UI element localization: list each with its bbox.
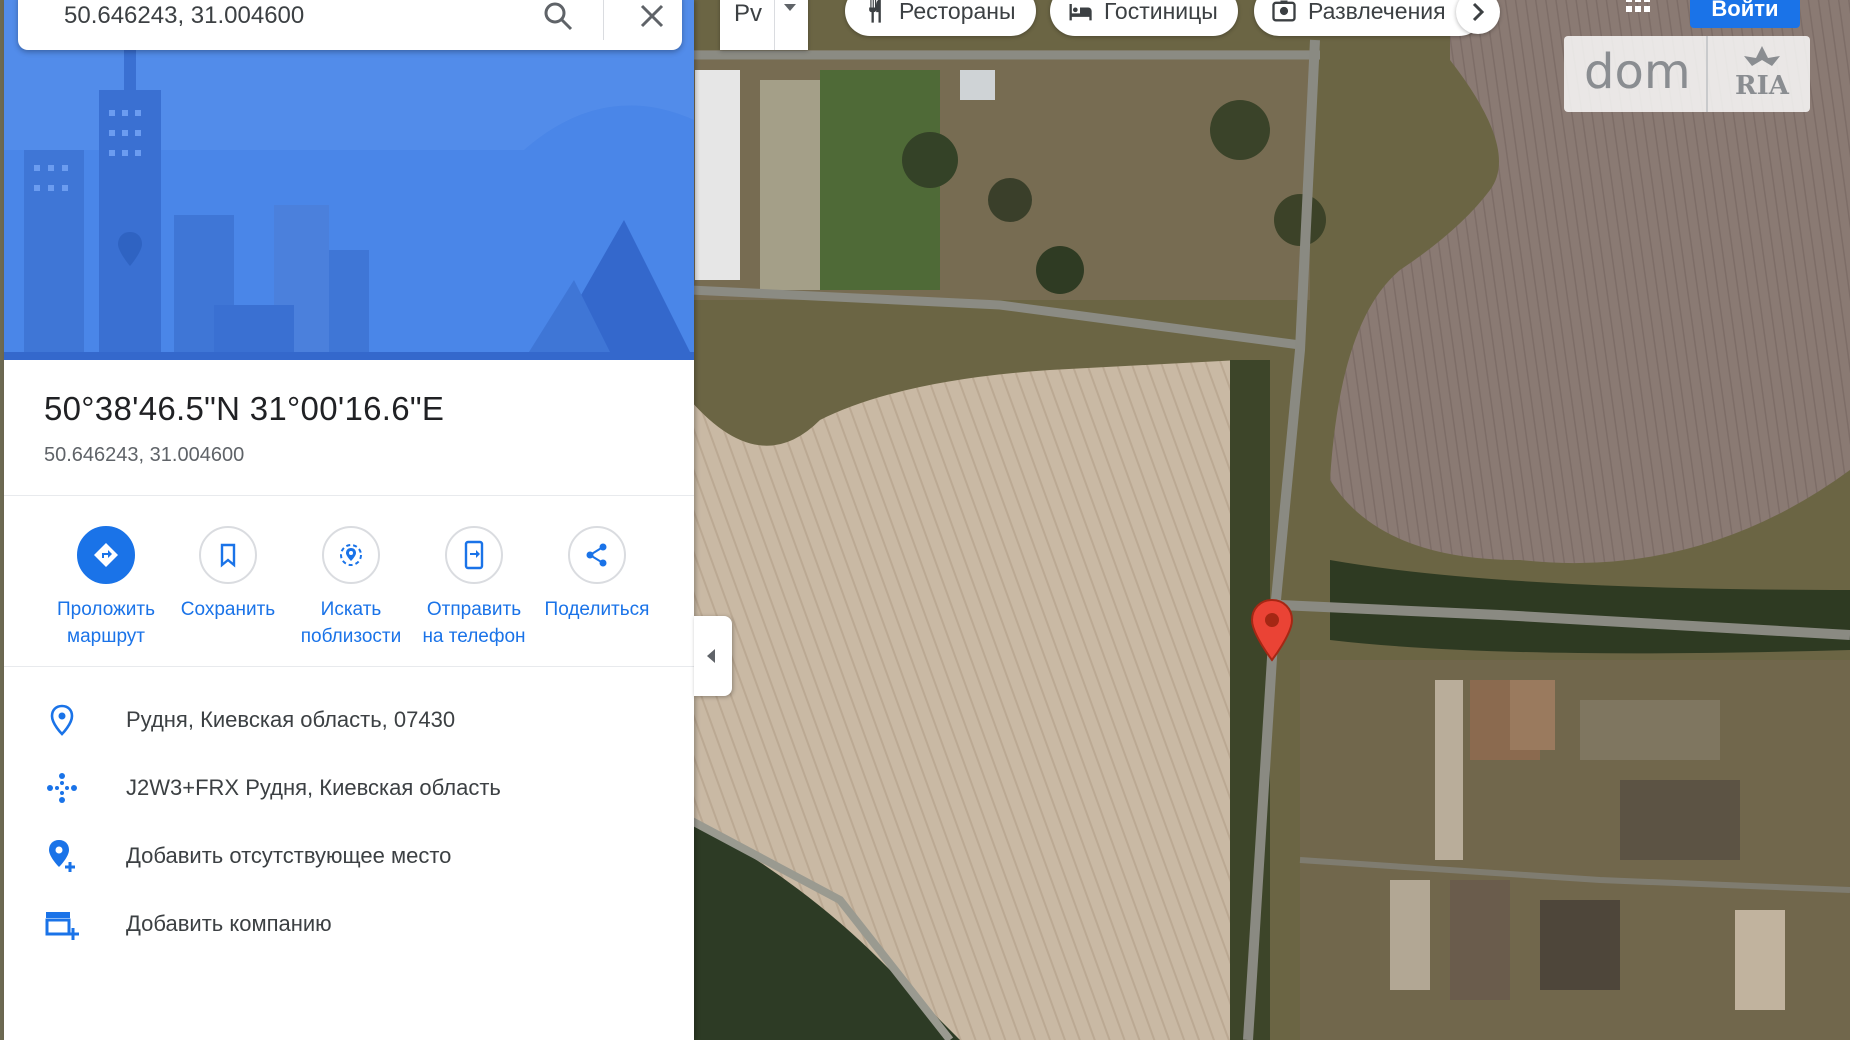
search-icon[interactable] (540, 0, 576, 34)
apps-grid-icon[interactable] (1620, 0, 1656, 22)
share-circle[interactable] (568, 526, 626, 584)
search-input[interactable] (62, 2, 496, 30)
chip-restaurants-label: Рестораны (899, 0, 1016, 24)
chip-entertainment[interactable]: Развлечения (1254, 0, 1484, 36)
save-circle[interactable] (199, 526, 257, 584)
send-to-phone-button[interactable]: Отправить на телефон (412, 526, 536, 650)
map-pin-icon[interactable] (1248, 598, 1296, 664)
chips-more-button[interactable] (1456, 0, 1500, 34)
hero-illustration (4, 0, 694, 360)
chevron-down-icon[interactable] (784, 4, 796, 11)
domria-watermark: dom RIA (1564, 36, 1810, 112)
nearby-circle[interactable] (322, 526, 380, 584)
send-to-phone-circle[interactable] (445, 526, 503, 584)
add-missing-place-text: Добавить отсутствующее место (126, 843, 452, 868)
page-title: 50°38'46.5"N 31°00'16.6"E (44, 390, 445, 427)
decimal-coordinates[interactable]: 50.646243, 31.004600 (44, 444, 244, 467)
map-layer-value: Рv (734, 0, 763, 27)
watermark-dom-text: dom (1584, 44, 1691, 100)
send-to-phone-label-2: на телефон (422, 626, 526, 647)
save-label: Сохранить (180, 599, 276, 620)
add-business-text: Добавить компанию (126, 911, 332, 936)
directions-circle[interactable] (77, 526, 135, 584)
send-to-phone-icon (464, 540, 484, 570)
chevron-right-icon (1472, 2, 1485, 22)
place-header: 50°38'46.5"N 31°00'16.6"E 50.646243, 31.… (4, 360, 694, 496)
collapse-panel-button[interactable] (694, 616, 732, 696)
address-row[interactable]: Рудня, Киевская область, 07430 (4, 690, 694, 750)
share-icon (586, 543, 607, 567)
ria-logo-icon: RIA (1735, 46, 1790, 101)
watermark-ria-text: RIA (1735, 71, 1790, 101)
map-layer-select[interactable]: Рv (720, 0, 808, 50)
search-box[interactable] (18, 0, 682, 50)
plus-code-row[interactable]: J2W3+FRX Рудня, Киевская область (4, 758, 694, 818)
add-place-icon (49, 840, 75, 872)
chip-hotels[interactable]: Гостиницы (1050, 0, 1238, 36)
directions-label-1: Проложить (57, 599, 155, 620)
add-missing-place-row[interactable]: Добавить отсутствующее место (4, 826, 694, 886)
add-business-icon (45, 912, 79, 940)
send-to-phone-label-1: Отправить (426, 599, 522, 620)
share-label: Поделиться (544, 599, 650, 620)
plus-code-text: J2W3+FRX Рудня, Киевская область (126, 775, 501, 800)
nearby-label-2: поблизости (300, 626, 402, 647)
place-side-panel: 50°38'46.5"N 31°00'16.6"E 50.646243, 31.… (4, 0, 694, 1040)
signin-button[interactable]: Войти (1690, 0, 1800, 28)
chip-restaurants[interactable]: Рестораны (845, 0, 1036, 36)
location-pin-icon (50, 704, 74, 736)
chip-entertainment-label: Развлечения (1308, 0, 1446, 24)
nearby-icon (340, 544, 362, 566)
action-buttons-row: Проложить маршрут Сохранить Искать поблизо… (4, 496, 694, 667)
chevron-left-icon (707, 649, 715, 663)
add-business-row[interactable]: Добавить компанию (4, 894, 694, 954)
directions-label-2: маршрут (67, 626, 145, 647)
plus-code-icon (47, 773, 77, 803)
bookmark-icon (220, 543, 236, 568)
close-icon[interactable] (632, 0, 672, 36)
share-button[interactable]: Поделиться (535, 526, 659, 623)
watermark-divider (1706, 36, 1708, 112)
hotel-icon (1069, 4, 1092, 21)
chip-hotels-label: Гостиницы (1104, 0, 1218, 24)
save-button[interactable]: Сохранить (166, 526, 290, 623)
nearby-label-1: Искать (320, 599, 382, 620)
search-divider (603, 0, 604, 40)
layer-select-divider (774, 0, 775, 50)
entertainment-icon (1272, 0, 1296, 22)
directions-icon (94, 543, 118, 567)
nearby-button[interactable]: Искать поблизости (289, 526, 413, 650)
address-text: Рудня, Киевская область, 07430 (126, 707, 456, 732)
directions-button[interactable]: Проложить маршрут (44, 526, 168, 650)
restaurant-icon (869, 0, 881, 23)
